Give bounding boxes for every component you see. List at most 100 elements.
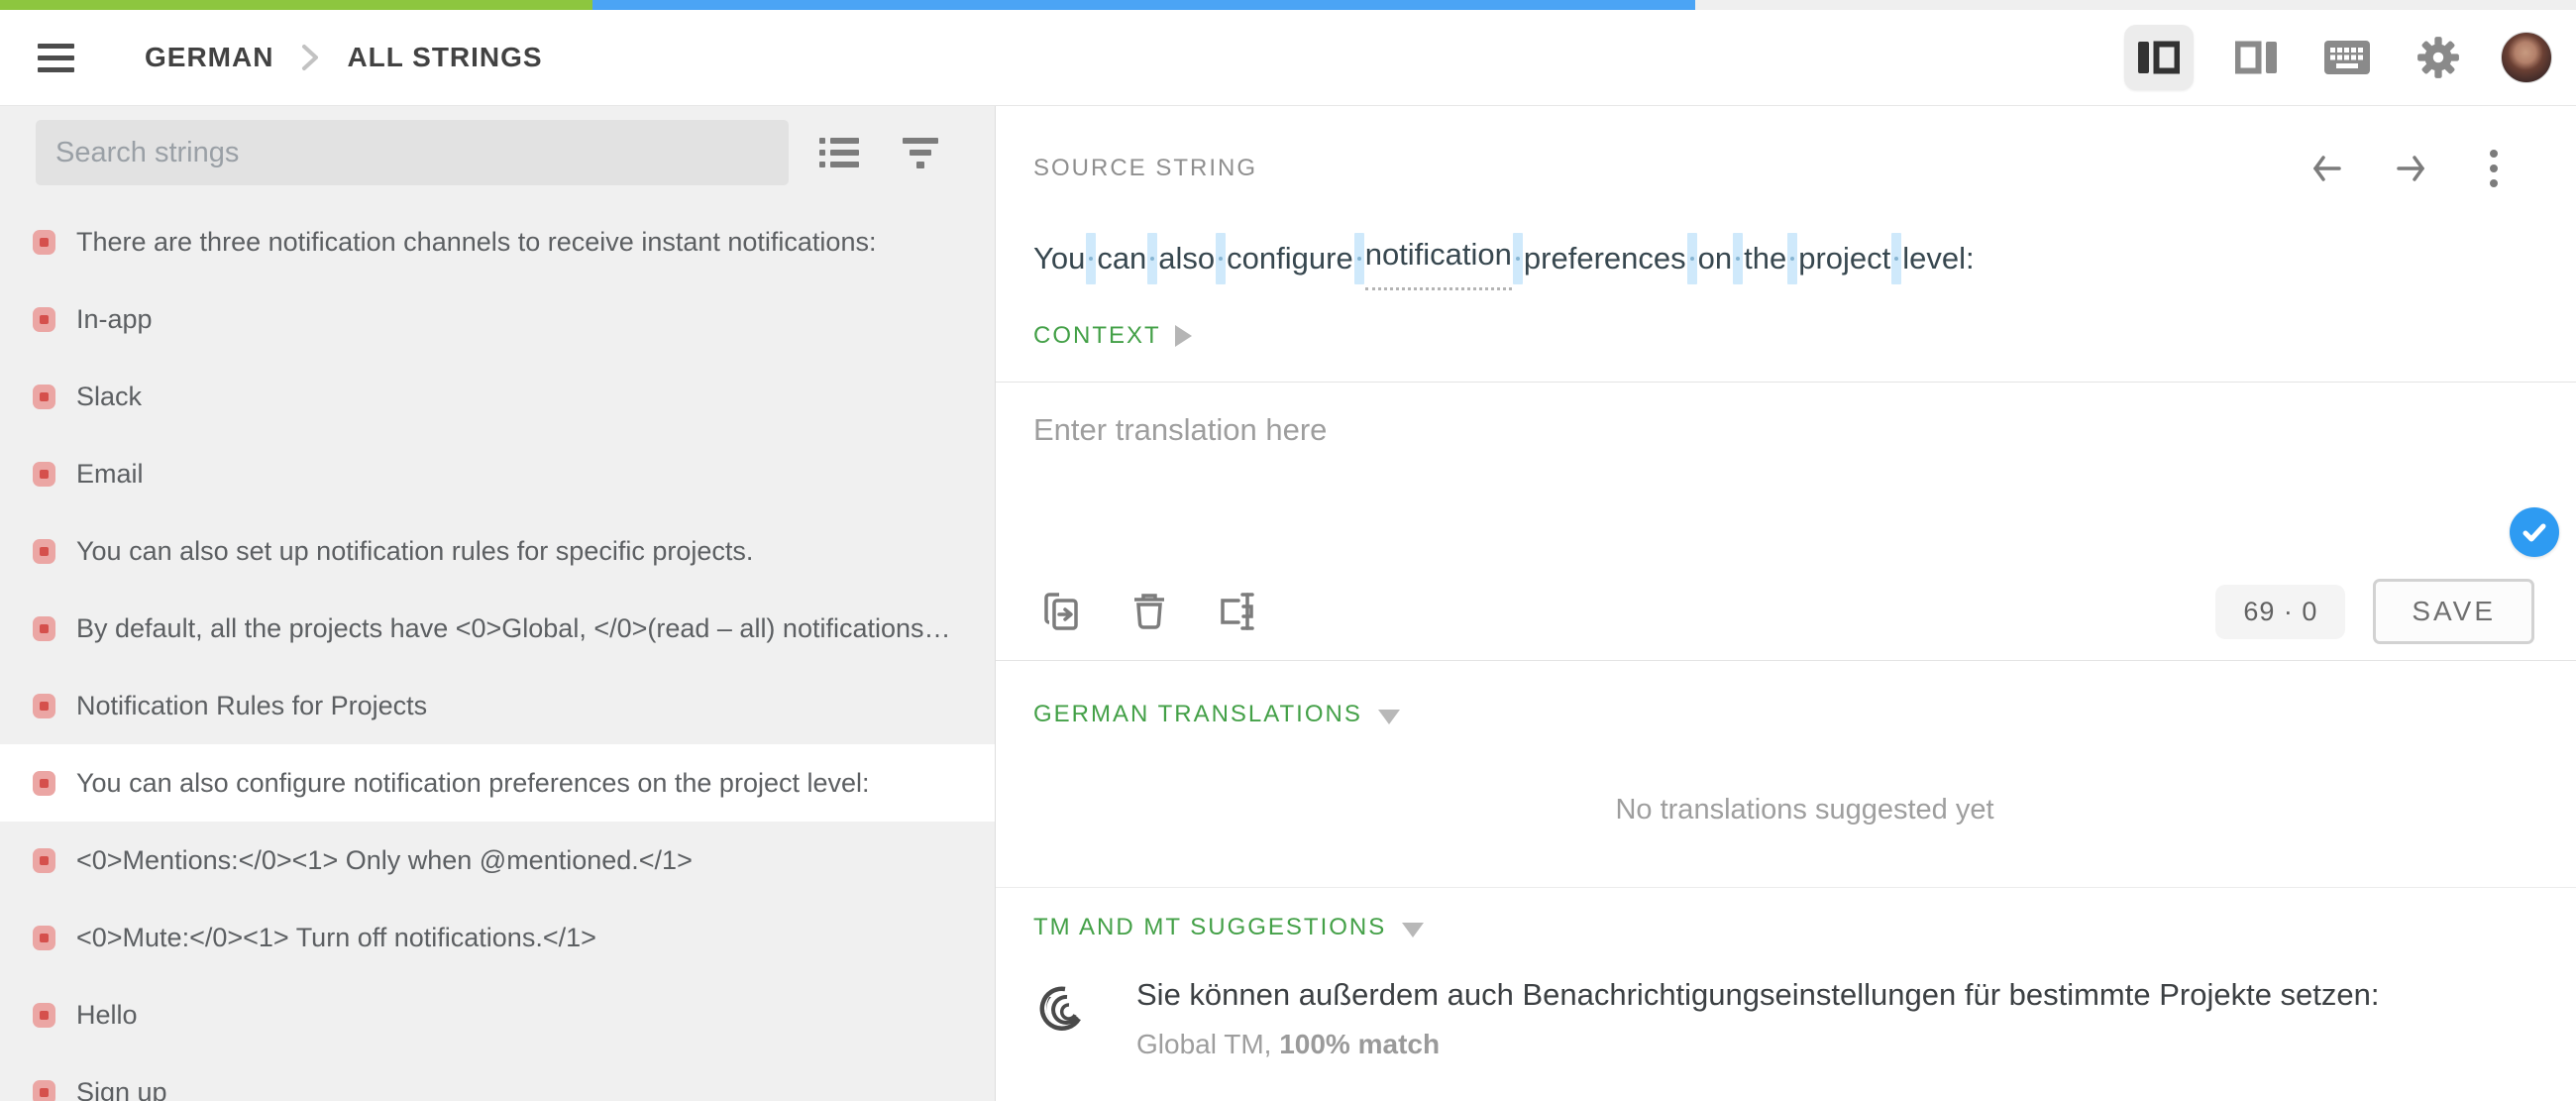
untranslated-status-icon	[33, 462, 55, 487]
space-marker	[1086, 233, 1096, 284]
untranslated-status-icon	[33, 926, 55, 950]
source-word: on	[1698, 231, 1732, 286]
untranslated-status-icon	[33, 694, 55, 718]
list-item-label: Email	[76, 459, 144, 490]
context-toggle[interactable]: CONTEXT	[1033, 322, 2576, 350]
list-item[interactable]: Email	[0, 435, 995, 512]
list-item-label: Notification Rules for Projects	[76, 691, 427, 721]
list-item-label: In-app	[76, 304, 153, 335]
panel-right-view-icon[interactable]	[2227, 29, 2285, 86]
untranslated-status-icon	[33, 230, 55, 255]
settings-gear-icon[interactable]	[2410, 29, 2467, 86]
untranslated-status-icon	[33, 539, 55, 564]
list-item[interactable]: By default, all the projects have <0>Glo…	[0, 590, 995, 667]
progress-secondary	[592, 0, 1695, 10]
editor-panel: SOURCE STRING Youcanalsoconfigurenotific…	[996, 106, 2576, 1101]
tm-suggestion-item[interactable]: Sie können außerdem auch Benachrichtigun…	[1033, 977, 2576, 1060]
menu-icon[interactable]	[38, 30, 93, 85]
expand-right-icon	[1175, 325, 1192, 347]
list-item[interactable]: There are three notification channels to…	[0, 203, 995, 280]
tm-provider-logo-icon	[1033, 979, 1089, 1035]
char-counter: 69 · 0	[2215, 585, 2345, 639]
save-button[interactable]: SAVE	[2373, 579, 2534, 644]
suggestions-section: TM AND MT SUGGESTIONS Sie können a	[996, 888, 2576, 1101]
list-item-label: You can also configure notification pref…	[76, 768, 870, 799]
confirm-check-icon[interactable]	[2510, 507, 2559, 557]
space-marker	[1891, 233, 1901, 284]
space-marker	[1513, 233, 1523, 284]
breadcrumb-language[interactable]: GERMAN	[145, 42, 273, 73]
source-word: can	[1097, 231, 1146, 286]
main-area: There are three notification channels to…	[0, 106, 2576, 1101]
list-item[interactable]: Notification Rules for Projects	[0, 667, 995, 744]
search-input[interactable]	[54, 136, 771, 170]
search-icons	[810, 124, 949, 181]
suggestions-heading: TM AND MT SUGGESTIONS	[1033, 914, 1386, 941]
panel-left-view-icon[interactable]	[2124, 25, 2194, 90]
toolbar-right: 69 · 0 SAVE	[2215, 579, 2534, 644]
source-word: configure	[1227, 231, 1353, 286]
untranslated-status-icon	[33, 616, 55, 641]
list-item-label: Sign up	[76, 1077, 167, 1101]
space-marker	[1216, 233, 1226, 284]
suggestion-body: Sie können außerdem auch Benachrichtigun…	[1136, 977, 2380, 1060]
translations-header[interactable]: GERMAN TRANSLATIONS	[1033, 661, 2576, 728]
list-item-label: You can also set up notification rules f…	[76, 536, 753, 567]
delete-translation-icon[interactable]	[1121, 583, 1178, 640]
source-word: also	[1158, 231, 1215, 286]
source-word: preferences	[1524, 231, 1686, 286]
next-string-icon[interactable]	[2382, 140, 2439, 197]
avatar[interactable]	[2501, 32, 2552, 83]
source-word: notification	[1365, 227, 1512, 290]
space-marker	[1687, 233, 1697, 284]
list-item[interactable]: Hello	[0, 976, 995, 1053]
source-word: the	[1744, 231, 1786, 286]
suggestions-header[interactable]: TM AND MT SUGGESTIONS	[1033, 888, 2576, 941]
filter-icon[interactable]	[892, 124, 949, 181]
more-menu-icon[interactable]	[2465, 140, 2522, 197]
insert-placeholder-icon[interactable]	[1208, 583, 1265, 640]
empty-translations-message: No translations suggested yet	[1033, 794, 2576, 826]
list-item[interactable]: <0>Mute:</0><1> Turn off notifications.<…	[0, 899, 995, 976]
source-word: You	[1033, 231, 1085, 286]
prev-string-icon[interactable]	[2299, 140, 2356, 197]
breadcrumb: GERMAN ALL STRINGS	[145, 41, 543, 74]
copy-source-icon[interactable]	[1033, 583, 1091, 640]
untranslated-status-icon	[33, 771, 55, 796]
list-item[interactable]: You can also configure notification pref…	[0, 744, 995, 822]
untranslated-status-icon	[33, 1080, 55, 1101]
list-view-icon[interactable]	[810, 124, 868, 181]
keyboard-icon[interactable]	[2318, 29, 2376, 86]
list-item[interactable]: Sign up	[0, 1053, 995, 1101]
list-item[interactable]: In-app	[0, 280, 995, 358]
editor-toolbar: 69 · 0 SAVE	[1033, 579, 2534, 644]
progress-translated	[0, 0, 592, 10]
strings-sidebar: There are three notification channels to…	[0, 106, 996, 1101]
string-nav	[2299, 140, 2522, 197]
translations-heading: GERMAN TRANSLATIONS	[1033, 701, 1362, 728]
list-item-label: <0>Mute:</0><1> Turn off notifications.<…	[76, 923, 596, 953]
source-header: SOURCE STRING	[1033, 106, 2576, 197]
app-bar-right	[2124, 25, 2552, 90]
source-word: level:	[1902, 231, 1974, 286]
translation-input[interactable]	[1033, 412, 2420, 541]
translation-editor: 69 · 0 SAVE	[996, 383, 2576, 660]
list-item[interactable]: <0>Mentions:</0><1> Only when @mentioned…	[0, 822, 995, 899]
source-string-label: SOURCE STRING	[1033, 155, 1257, 182]
string-list: There are three notification channels to…	[0, 203, 995, 1101]
search-box	[36, 120, 789, 185]
app-bar-left: GERMAN ALL STRINGS	[38, 30, 543, 85]
translation-progress-bar	[0, 0, 2576, 10]
list-item[interactable]: Slack	[0, 358, 995, 435]
list-item-label: There are three notification channels to…	[76, 227, 876, 258]
list-item[interactable]: You can also set up notification rules f…	[0, 512, 995, 590]
suggestion-match: 100% match	[1279, 1029, 1440, 1059]
app-bar: GERMAN ALL STRINGS	[0, 10, 2576, 106]
untranslated-status-icon	[33, 1003, 55, 1028]
suggestion-text: Sie können außerdem auch Benachrichtigun…	[1136, 977, 2380, 1013]
space-marker	[1733, 233, 1743, 284]
untranslated-status-icon	[33, 848, 55, 873]
space-marker	[1147, 233, 1157, 284]
list-item-label: By default, all the projects have <0>Glo…	[76, 613, 951, 644]
breadcrumb-filter[interactable]: ALL STRINGS	[347, 42, 542, 73]
